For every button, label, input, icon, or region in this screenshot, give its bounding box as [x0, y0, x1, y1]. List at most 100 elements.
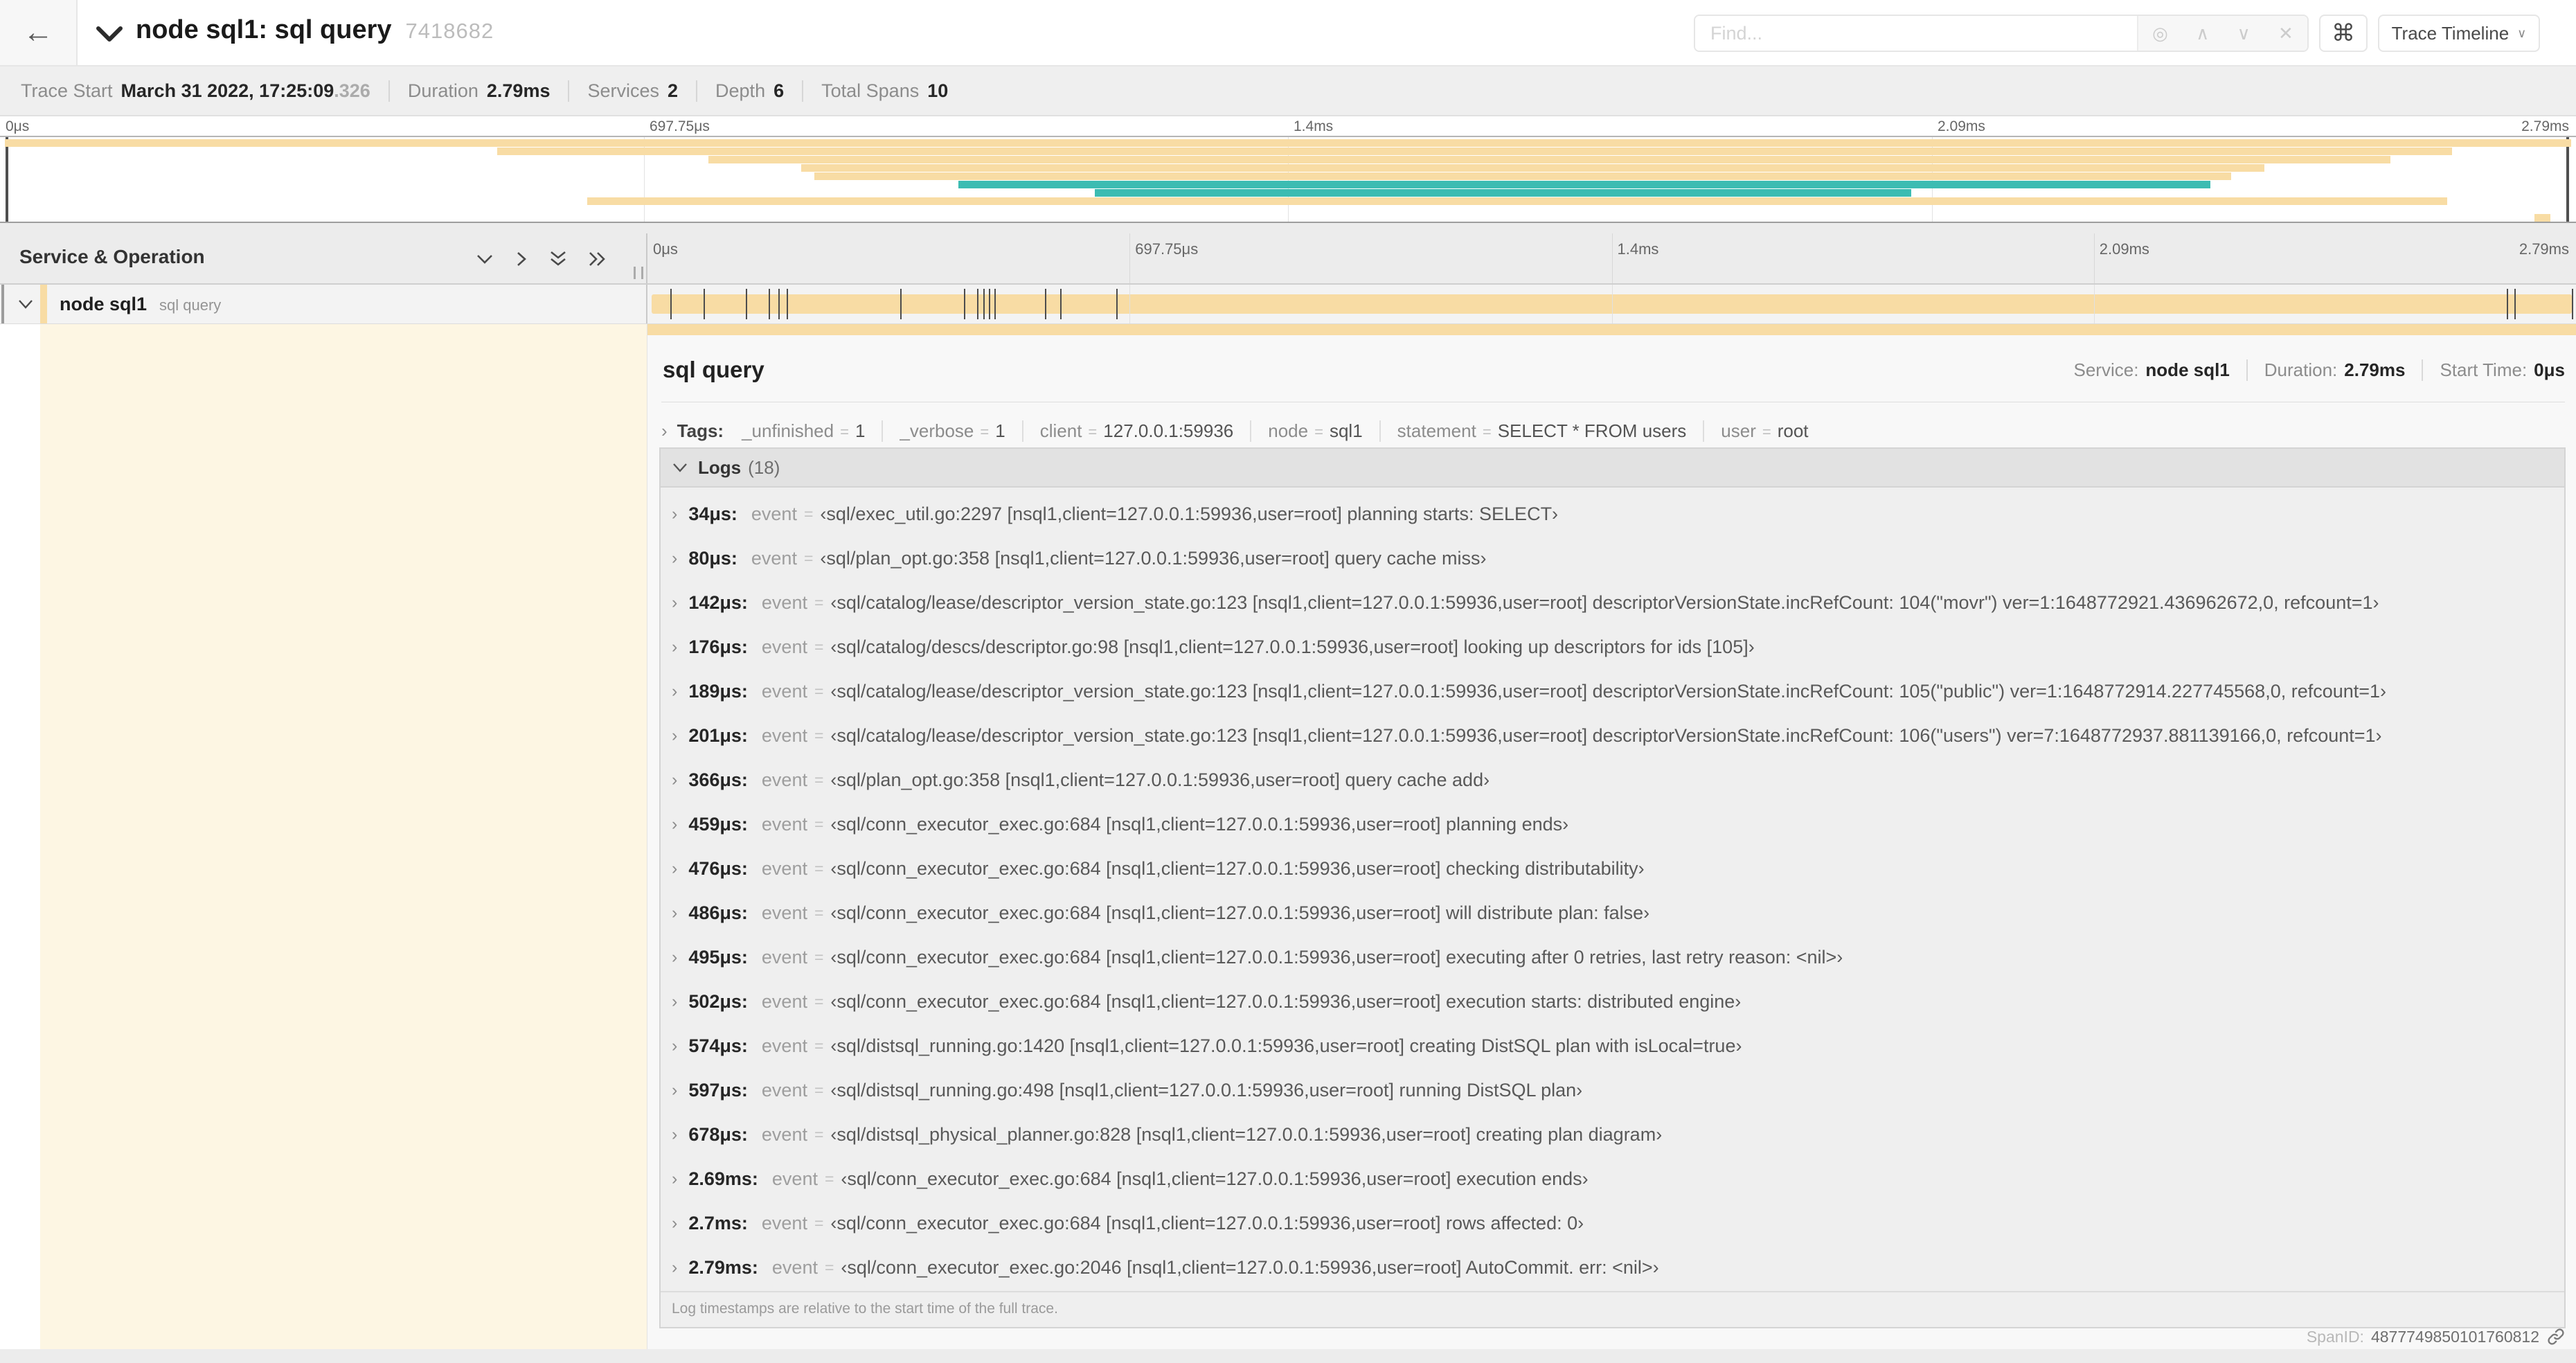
log-row[interactable]: › 597μs: event = ‹sql/distsql_running.go…: [661, 1068, 2564, 1112]
service-operation-header: Service & Operation: [0, 233, 647, 283]
chevron-right-icon: ›: [672, 991, 678, 1011]
log-row[interactable]: › 459μs: event = ‹sql/conn_executor_exec…: [661, 802, 2564, 846]
chevron-right-icon: ›: [672, 814, 678, 834]
tags-row[interactable]: › Tags: _unfinished = 1 _verbose = 1 client =…: [661, 414, 2565, 447]
keyboard-shortcuts-button[interactable]: ⌘: [2319, 15, 2368, 52]
summary-item: Trace Start March 31 2022, 17:25:09.326: [21, 80, 370, 102]
minimap-left-scrubber[interactable]: [6, 137, 8, 222]
expand-all-icon[interactable]: [588, 250, 607, 268]
log-field-key: event: [761, 724, 807, 746]
equals-sign: =: [814, 1080, 824, 1099]
tag-item[interactable]: client = 127.0.0.1:59936: [1021, 420, 1233, 442]
log-tick-mark: [2506, 289, 2508, 319]
log-row[interactable]: › 574μs: event = ‹sql/distsql_running.go…: [661, 1024, 2564, 1068]
tag-item[interactable]: statement = SELECT * FROM users: [1379, 420, 1686, 442]
equals-sign: =: [814, 682, 824, 700]
collapse-one-icon[interactable]: [476, 250, 494, 268]
log-tick-mark: [2572, 289, 2574, 319]
log-row[interactable]: › 80μs: event = ‹sql/plan_opt.go:358 [ns…: [661, 536, 2564, 580]
equals-sign: =: [814, 992, 824, 1010]
chevron-right-icon: ›: [672, 902, 678, 923]
equals-sign: =: [814, 859, 824, 878]
span-row-bar-cell[interactable]: [647, 285, 2576, 323]
equals-sign: =: [824, 1258, 834, 1276]
log-row[interactable]: › 486μs: event = ‹sql/conn_executor_exec…: [661, 891, 2564, 935]
minimap-canvas[interactable]: [0, 136, 2576, 223]
time-tick-label: 0μs: [653, 240, 678, 258]
span-id-value: 4877749850101760812: [2370, 1327, 2539, 1346]
log-field-value: ‹sql/conn_executor_exec.go:684 [nsql1,cl…: [830, 857, 1645, 879]
span-operation-title: sql query: [663, 357, 764, 382]
find-input[interactable]: [1695, 16, 2137, 51]
tag-key: statement: [1397, 420, 1476, 441]
log-timestamp: 366μs:: [688, 769, 748, 790]
prev-match-icon[interactable]: ∧: [2196, 23, 2209, 44]
tag-item[interactable]: node = sql1: [1250, 420, 1363, 442]
tag-item[interactable]: _verbose = 1: [882, 420, 1005, 442]
log-row[interactable]: › 495μs: event = ‹sql/conn_executor_exec…: [661, 935, 2564, 979]
chevron-right-icon: ›: [672, 1080, 678, 1100]
find-suffix-controls: ◎ ∧ ∨ ✕: [2137, 16, 2307, 51]
log-row[interactable]: › 366μs: event = ‹sql/plan_opt.go:358 [n…: [661, 758, 2564, 802]
log-row[interactable]: › 2.79ms: event = ‹sql/conn_executor_exe…: [661, 1245, 2564, 1290]
summary-label: Services: [587, 80, 659, 101]
log-tick-mark: [2514, 289, 2516, 319]
next-match-icon[interactable]: ∨: [2237, 23, 2251, 44]
log-tick-mark: [786, 289, 788, 319]
log-row[interactable]: › 476μs: event = ‹sql/conn_executor_exec…: [661, 846, 2564, 891]
span-meta-item: Start Time: 0μs: [2422, 359, 2565, 381]
log-field-value: ‹sql/conn_executor_exec.go:684 [nsql1,cl…: [830, 1212, 1584, 1233]
span-row[interactable]: node sql1 sql query: [0, 285, 2576, 324]
tag-value: 1: [855, 420, 866, 441]
log-tick-mark: [1059, 289, 1062, 319]
top-header-bar: ← node sql1: sql query 7418682 ◎ ∧ ∨ ✕ ⌘ …: [0, 0, 2576, 66]
log-row[interactable]: › 502μs: event = ‹sql/conn_executor_exec…: [661, 979, 2564, 1024]
trace-timeline-minimap[interactable]: 0μs 697.75μs 1.4ms 2.09ms 2.79ms: [0, 116, 2576, 223]
tag-item[interactable]: _unfinished = 1: [742, 420, 865, 442]
link-icon[interactable]: [2546, 1327, 2566, 1346]
logs-header[interactable]: Logs (18): [661, 449, 2564, 488]
column-resize-handle[interactable]: [634, 267, 643, 279]
trace-summary-bar: Trace Start March 31 2022, 17:25:09.326 D…: [0, 66, 2576, 116]
log-row[interactable]: › 678μs: event = ‹sql/distsql_physical_p…: [661, 1112, 2564, 1157]
time-tick-label: 697.75μs: [1135, 240, 1199, 258]
log-field-value: ‹sql/conn_executor_exec.go:684 [nsql1,cl…: [830, 946, 1843, 968]
page-title: node sql1: sql query 7418682: [136, 15, 494, 45]
summary-label: Depth: [715, 80, 766, 101]
collapse-all-icon[interactable]: [549, 250, 567, 268]
logs-footnote: Log timestamps are relative to the start…: [661, 1291, 2564, 1327]
log-field-value: ‹sql/exec_util.go:2297 [nsql1,client=127…: [820, 503, 1559, 524]
header-controls: ◎ ∧ ∨ ✕ ⌘ Trace Timeline ∨: [1694, 15, 2540, 52]
chevron-down-icon[interactable]: [96, 25, 123, 43]
log-timestamp: 34μs:: [688, 503, 737, 524]
log-row[interactable]: › 142μs: event = ‹sql/catalog/lease/desc…: [661, 580, 2564, 625]
trace-name: node sql1: sql query: [136, 15, 392, 44]
log-timestamp: 476μs:: [688, 857, 748, 879]
time-tick-label: 2.09ms: [2099, 240, 2149, 258]
log-field-key: event: [751, 503, 797, 524]
timeline-gridline: [2093, 233, 2095, 283]
expand-one-icon[interactable]: [515, 250, 528, 268]
tag-item[interactable]: user = root: [1703, 420, 1809, 442]
tags-label: Tags:: [677, 420, 724, 441]
log-field-key: event: [761, 813, 807, 835]
log-row[interactable]: › 201μs: event = ‹sql/catalog/lease/desc…: [661, 713, 2564, 758]
trace-view-selector[interactable]: Trace Timeline ∨: [2378, 15, 2540, 52]
tag-value: 1: [995, 420, 1005, 441]
summary-value: March 31 2022, 17:25:09: [120, 80, 334, 101]
tag-key: _unfinished: [742, 420, 834, 441]
log-row[interactable]: › 2.69ms: event = ‹sql/conn_executor_exe…: [661, 1157, 2564, 1201]
back-button[interactable]: ←: [0, 0, 78, 65]
clear-search-icon[interactable]: ✕: [2278, 23, 2293, 44]
span-tree-gutter: [0, 324, 647, 1349]
log-row[interactable]: › 34μs: event = ‹sql/exec_util.go:2297 […: [661, 492, 2564, 536]
tag-key: _verbose: [900, 420, 974, 441]
log-row[interactable]: › 189μs: event = ‹sql/catalog/lease/desc…: [661, 669, 2564, 713]
log-field-key: event: [761, 680, 807, 702]
minimap-right-scrubber[interactable]: [2566, 137, 2569, 222]
locate-icon[interactable]: ◎: [2152, 23, 2168, 44]
chevron-down-icon[interactable]: [18, 299, 33, 310]
log-row[interactable]: › 2.7ms: event = ‹sql/conn_executor_exec…: [661, 1201, 2564, 1245]
span-row-name-cell[interactable]: node sql1 sql query: [0, 285, 647, 323]
log-row[interactable]: › 176μs: event = ‹sql/catalog/descs/desc…: [661, 625, 2564, 669]
